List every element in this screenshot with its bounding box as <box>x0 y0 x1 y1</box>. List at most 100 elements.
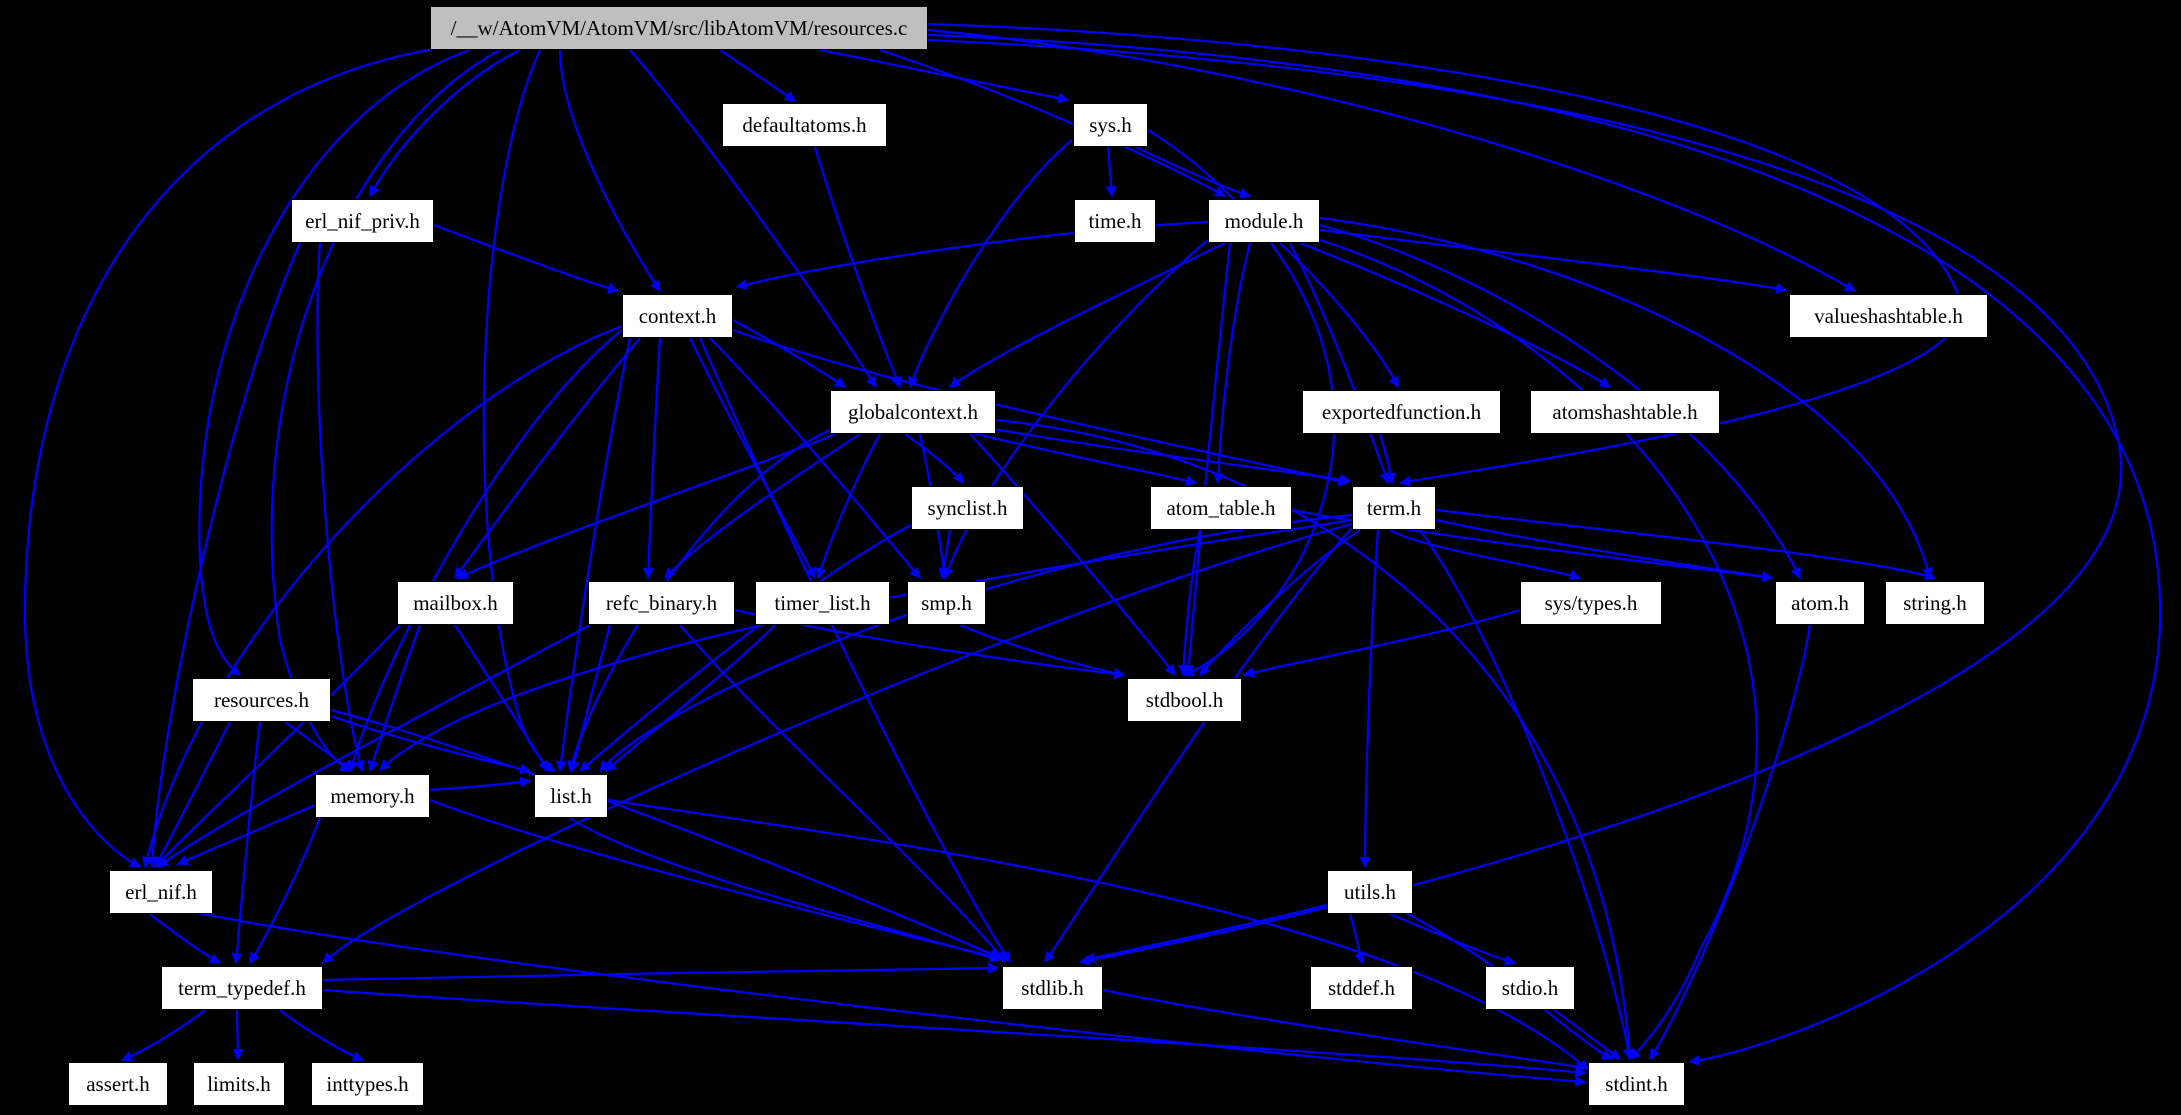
graph-edge <box>732 319 846 388</box>
graph-node-label: sys/types.h <box>1544 590 1638 615</box>
graph-node-label: memory.h <box>330 783 415 808</box>
graph-edge <box>642 337 662 580</box>
graph-node-resources-c[interactable]: /__w/AtomVM/AtomVM/src/libAtomVM/resourc… <box>430 6 928 50</box>
graph-edge <box>1389 529 1582 581</box>
graph-edge <box>689 337 816 579</box>
graph-edge <box>429 776 532 792</box>
graph-edge <box>284 721 353 772</box>
graph-node-label: sys.h <box>1089 112 1132 137</box>
graph-edge <box>1279 242 1399 388</box>
graph-node-resources-h[interactable]: resources.h <box>192 678 331 722</box>
graph-node-atom-table-h[interactable]: atom_table.h <box>1150 486 1292 530</box>
graph-node-sys-types-h[interactable]: sys/types.h <box>1520 581 1662 625</box>
graph-edge <box>1289 242 1391 485</box>
graph-edge <box>719 49 796 102</box>
graph-node-utils-h[interactable]: utils.h <box>1327 870 1413 914</box>
graph-edge <box>120 1009 206 1062</box>
graph-edge <box>969 433 1176 676</box>
graph-node-exportedfunction-h[interactable]: exportedfunction.h <box>1302 390 1501 434</box>
graph-node-label: globalcontext.h <box>847 399 979 424</box>
graph-edge <box>1242 608 1521 678</box>
graph-edge <box>1134 146 1252 199</box>
graph-node-label: /__w/AtomVM/AtomVM/src/libAtomVM/resourc… <box>450 15 908 40</box>
graph-edge <box>579 524 912 772</box>
graph-node-globalcontext-h[interactable]: globalcontext.h <box>830 390 996 434</box>
graph-node-label: string.h <box>1903 590 1967 615</box>
graph-node-memory-h[interactable]: memory.h <box>315 774 430 818</box>
graph-node-inttypes-h[interactable]: inttypes.h <box>311 1062 424 1106</box>
graph-edge <box>959 428 1198 487</box>
graph-node-label: atom.h <box>1791 590 1849 615</box>
graph-node-synclist-h[interactable]: synclist.h <box>911 486 1024 530</box>
graph-node-valueshashtable-h[interactable]: valueshashtable.h <box>1789 294 1988 338</box>
graph-node-label: limits.h <box>207 1071 271 1096</box>
graph-node-label: exportedfunction.h <box>1321 399 1482 424</box>
graph-edge <box>949 242 1226 388</box>
graph-edge <box>819 48 1070 104</box>
graph-node-label: inttypes.h <box>326 1071 409 1096</box>
graph-edge <box>558 49 661 292</box>
graph-node-refc-binary-h[interactable]: refc_binary.h <box>588 581 735 625</box>
graph-node-stdlib-h[interactable]: stdlib.h <box>1002 966 1103 1010</box>
graph-node-label: list.h <box>550 783 592 808</box>
graph-edge <box>149 913 221 964</box>
graph-node-label: mailbox.h <box>413 590 498 615</box>
graph-edge <box>1212 242 1252 485</box>
graph-node-term-h[interactable]: term.h <box>1352 486 1436 530</box>
graph-edge <box>1083 903 1328 964</box>
graph-node-module-h[interactable]: module.h <box>1208 199 1320 243</box>
graph-edges-layer <box>23 22 2162 1087</box>
graph-node-stddef-h[interactable]: stddef.h <box>1310 966 1413 1010</box>
graph-node-label: timer_list.h <box>774 590 871 615</box>
graph-edge <box>279 1009 365 1062</box>
graph-node-smp-h[interactable]: smp.h <box>907 581 986 625</box>
graph-node-label: utils.h <box>1344 879 1396 904</box>
graph-edge <box>1319 228 1788 294</box>
graph-node-label: erl_nif.h <box>125 879 197 904</box>
graph-edge <box>270 49 501 772</box>
graph-node-time-h[interactable]: time.h <box>1074 199 1156 243</box>
graph-node-sys-h[interactable]: sys.h <box>1073 103 1148 147</box>
graph-edge <box>709 337 921 579</box>
graph-node-limits-h[interactable]: limits.h <box>193 1062 285 1106</box>
graph-node-context-h[interactable]: context.h <box>622 294 733 338</box>
graph-edge <box>1544 1009 1613 1060</box>
graph-node-label: assert.h <box>86 1071 150 1096</box>
graph-node-label: stdlib.h <box>1021 975 1084 1000</box>
graph-node-label: erl_nif_priv.h <box>305 208 420 233</box>
graph-edge <box>433 223 620 294</box>
graph-node-label: atom_table.h <box>1166 495 1276 520</box>
graph-node-label: context.h <box>638 303 717 328</box>
graph-edge <box>1348 913 1365 965</box>
graph-node-assert-h[interactable]: assert.h <box>68 1062 168 1106</box>
graph-edge <box>1178 529 1202 677</box>
graph-edge <box>599 513 1353 772</box>
graph-node-label: module.h <box>1224 208 1304 233</box>
graph-edge <box>569 817 1002 963</box>
graph-edge <box>322 962 1000 982</box>
graph-node-mailbox-h[interactable]: mailbox.h <box>397 581 514 625</box>
graph-node-erl-nif-h[interactable]: erl_nif.h <box>109 870 213 914</box>
graph-node-timer-list-h[interactable]: timer_list.h <box>755 581 890 625</box>
graph-node-label: refc_binary.h <box>605 590 718 615</box>
graph-node-label: valueshashtable.h <box>1814 303 1963 328</box>
graph-node-label: resources.h <box>213 687 310 712</box>
graph-node-stdio-h[interactable]: stdio.h <box>1485 966 1575 1010</box>
graph-node-label: atomshashtable.h <box>1552 399 1698 424</box>
graph-node-list-h[interactable]: list.h <box>534 774 608 818</box>
include-dependency-graph: /__w/AtomVM/AtomVM/src/libAtomVM/resourc… <box>0 0 2181 1115</box>
graph-node-defaultatoms-h[interactable]: defaultatoms.h <box>722 103 887 147</box>
graph-node-label: stdio.h <box>1501 975 1559 1000</box>
graph-node-term-typedef-h[interactable]: term_typedef.h <box>161 966 323 1010</box>
graph-node-stdint-h[interactable]: stdint.h <box>1588 1062 1685 1106</box>
graph-node-atomshashtable-h[interactable]: atomshashtable.h <box>1530 390 1720 434</box>
graph-node-label: defaultatoms.h <box>742 112 867 137</box>
graph-node-erl-nif-priv-h[interactable]: erl_nif_priv.h <box>291 199 434 243</box>
graph-node-string-h[interactable]: string.h <box>1885 581 1985 625</box>
graph-edge <box>908 139 1073 389</box>
graph-node-stdbool-h[interactable]: stdbool.h <box>1127 678 1242 722</box>
graph-node-atom-h[interactable]: atom.h <box>1775 581 1865 625</box>
graph-node-label: term.h <box>1366 495 1422 520</box>
graph-node-label: stdint.h <box>1605 1071 1668 1096</box>
graph-edge <box>249 817 322 964</box>
